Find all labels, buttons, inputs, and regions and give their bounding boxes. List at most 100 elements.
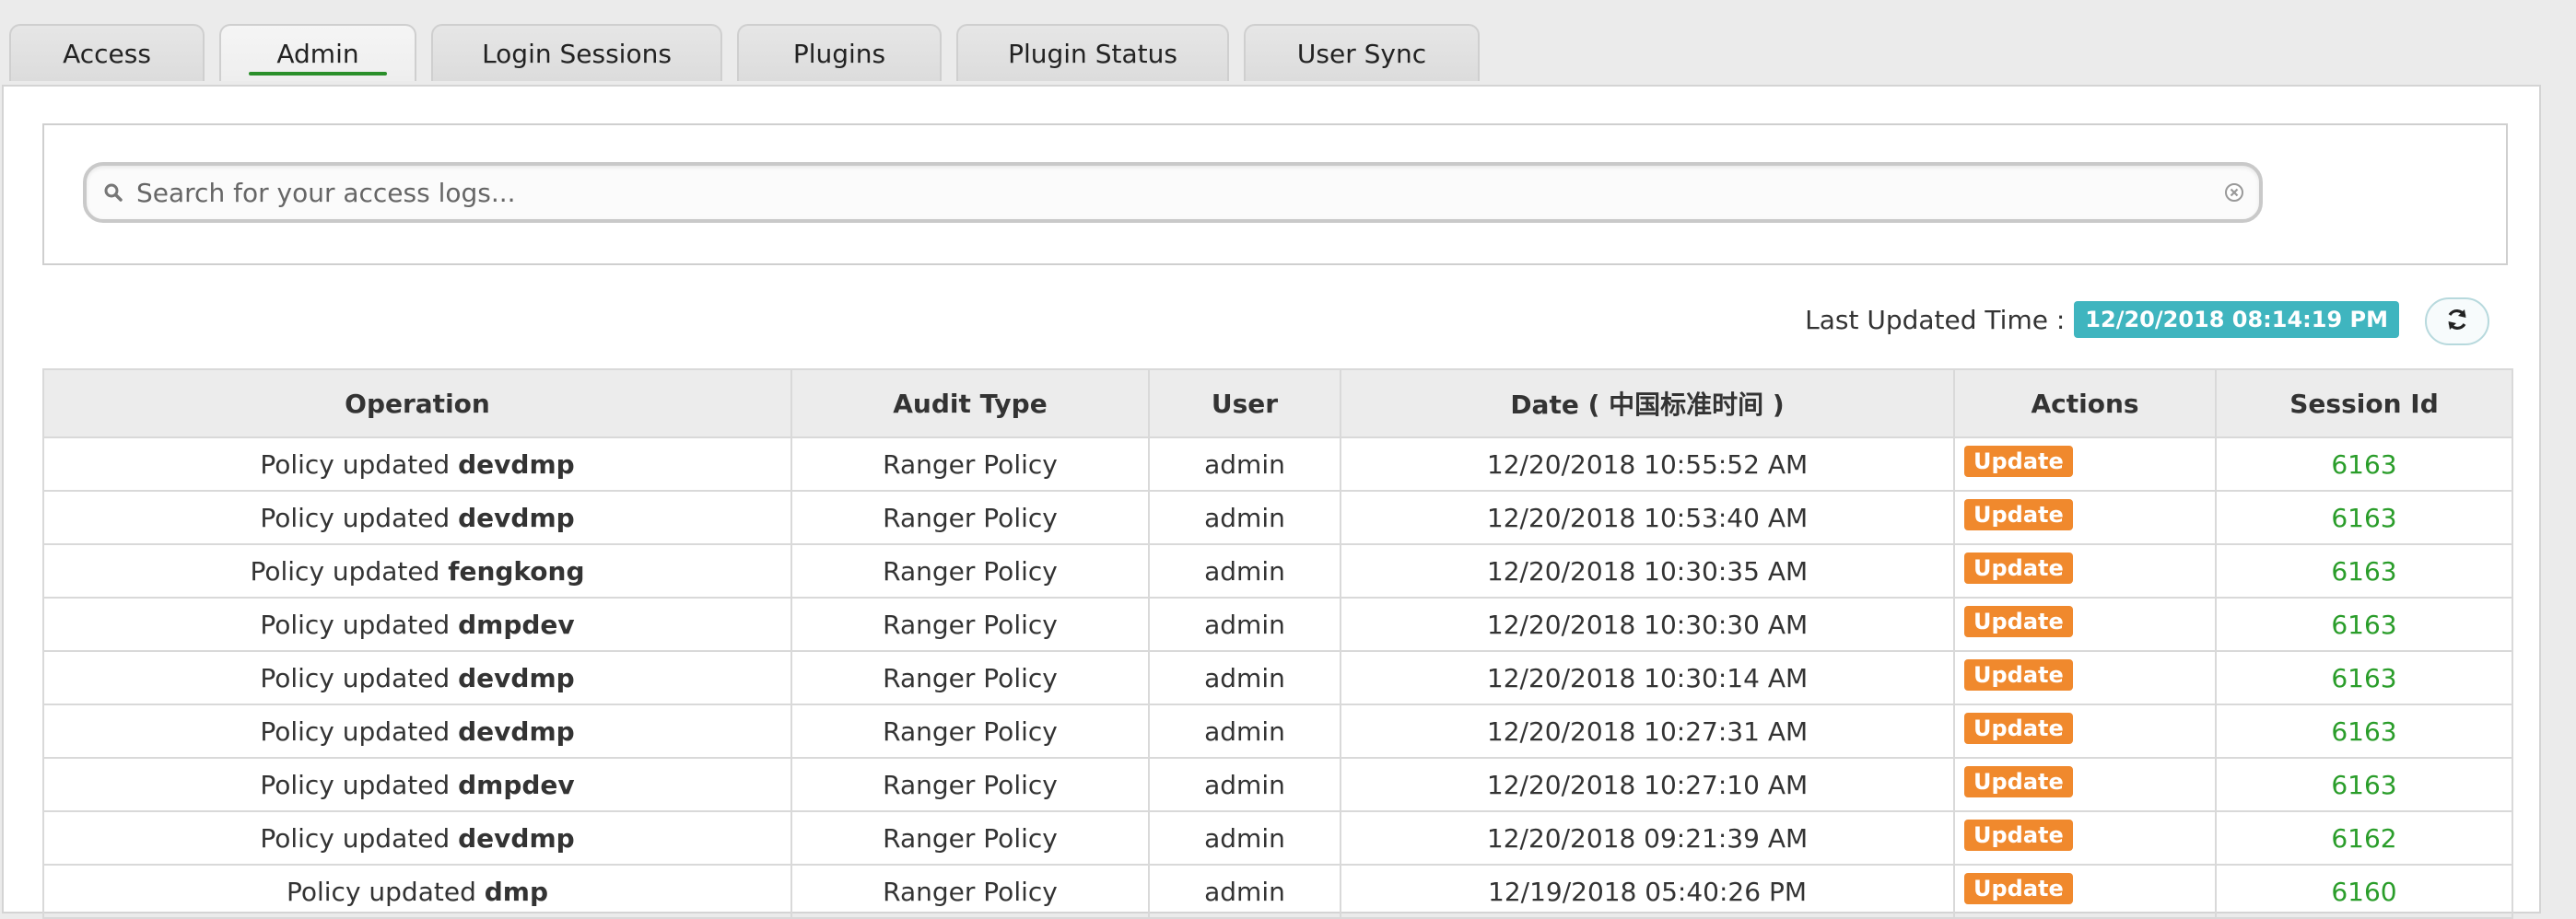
audit-type-cell: Ranger Policy (790, 436, 1150, 492)
policy-name: devdmp (458, 662, 575, 693)
search-input[interactable] (135, 169, 2224, 216)
actions-cell: Update (1953, 543, 2217, 599)
tab-plugin-status[interactable]: Plugin Status (956, 24, 1229, 81)
user-cell: admin (1148, 650, 1341, 705)
operation-prefix: Policy updated (260, 662, 451, 693)
user-cell: admin (1148, 810, 1341, 866)
session-id-cell: 6163 (2215, 650, 2513, 705)
session-id-cell: 6160 (2215, 864, 2513, 919)
table-row[interactable]: Policy updated dmp Ranger Policy admin 1… (42, 864, 2513, 919)
audit-type-cell: Ranger Policy (790, 650, 1150, 705)
user-cell: admin (1148, 757, 1341, 812)
audit-type-cell: Ranger Policy (790, 543, 1150, 599)
active-tab-indicator (249, 72, 387, 76)
date-cell: 12/20/2018 10:27:31 AM (1340, 704, 1955, 759)
table-row[interactable]: Policy updated devdmp Ranger Policy admi… (42, 810, 2513, 866)
actions-cell: Update (1953, 650, 2217, 705)
action-badge: Update (1964, 445, 2073, 477)
header-user[interactable]: User (1148, 368, 1341, 438)
header-operation[interactable]: Operation (42, 368, 792, 438)
audit-type-cell: Ranger Policy (790, 490, 1150, 545)
operation-cell: Policy updated devdmp (42, 810, 792, 866)
session-id-link[interactable]: 6163 (2331, 449, 2396, 480)
actions-cell: Update (1953, 810, 2217, 866)
action-badge: Update (1964, 712, 2073, 744)
date-cell: 12/20/2018 10:30:14 AM (1340, 650, 1955, 705)
audit-type-cell: Ranger Policy (790, 864, 1150, 919)
operation-prefix: Policy updated (260, 769, 451, 800)
table-row[interactable]: Policy updated devdmp Ranger Policy admi… (42, 490, 2513, 545)
user-cell: admin (1148, 704, 1341, 759)
operation-prefix: Policy updated (286, 876, 476, 907)
session-id-link[interactable]: 6163 (2331, 556, 2396, 587)
user-cell: admin (1148, 543, 1341, 599)
table-row[interactable]: Policy updated devdmp Ranger Policy admi… (42, 704, 2513, 759)
header-audit-type[interactable]: Audit Type (790, 368, 1150, 438)
audit-type-cell: Ranger Policy (790, 597, 1150, 652)
policy-name: dmp (484, 876, 549, 907)
tab-label: User Sync (1296, 38, 1427, 69)
table-row[interactable]: Policy updated devdmp Ranger Policy admi… (42, 650, 2513, 705)
tab-label: Admin (276, 38, 359, 69)
tab-login-sessions[interactable]: Login Sessions (431, 24, 722, 81)
session-id-link[interactable]: 6163 (2331, 663, 2396, 693)
operation-cell: Policy updated dmpdev (42, 757, 792, 812)
operation-cell: Policy updated devdmp (42, 490, 792, 545)
operation-prefix: Policy updated (260, 822, 451, 854)
operation-cell: Policy updated dmp (42, 864, 792, 919)
header-actions[interactable]: Actions (1953, 368, 2217, 438)
session-id-link[interactable]: 6163 (2331, 503, 2396, 533)
audit-type-cell: Ranger Policy (790, 704, 1150, 759)
session-id-link[interactable]: 6163 (2331, 610, 2396, 640)
session-id-cell: 6163 (2215, 543, 2513, 599)
refresh-button[interactable] (2425, 297, 2489, 345)
policy-name: devdmp (458, 502, 575, 533)
table-row[interactable]: Policy updated devdmp Ranger Policy admi… (42, 436, 2513, 492)
date-cell: 12/20/2018 10:30:35 AM (1340, 543, 1955, 599)
policy-name: dmpdev (458, 609, 575, 640)
action-badge: Update (1964, 658, 2073, 691)
table-row[interactable]: Policy updated dmpdev Ranger Policy admi… (42, 597, 2513, 652)
tab-admin[interactable]: Admin (219, 24, 416, 81)
policy-name: dmpdev (458, 769, 575, 800)
operation-cell: Policy updated dmpdev (42, 597, 792, 652)
refresh-icon (2444, 307, 2470, 336)
session-id-link[interactable]: 6160 (2331, 877, 2396, 907)
tab-plugins[interactable]: Plugins (737, 24, 942, 81)
operation-prefix: Policy updated (260, 715, 451, 747)
audit-type-cell: Ranger Policy (790, 810, 1150, 866)
tab-label: Plugins (792, 38, 886, 69)
table-row[interactable]: Policy updated fengkong Ranger Policy ad… (42, 543, 2513, 599)
session-id-cell: 6163 (2215, 597, 2513, 652)
operation-cell: Policy updated devdmp (42, 704, 792, 759)
user-cell: admin (1148, 490, 1341, 545)
session-id-link[interactable]: 6163 (2331, 770, 2396, 800)
audit-type-cell: Ranger Policy (790, 757, 1150, 812)
action-badge: Update (1964, 765, 2073, 797)
search-field[interactable] (83, 162, 2263, 223)
header-session-id[interactable]: Session Id (2215, 368, 2513, 438)
date-cell: 12/20/2018 09:21:39 AM (1340, 810, 1955, 866)
session-id-link[interactable]: 6162 (2331, 823, 2396, 854)
user-cell: admin (1148, 436, 1341, 492)
operation-prefix: Policy updated (260, 448, 451, 480)
policy-name: devdmp (458, 822, 575, 854)
last-updated-label: Last Updated Time : (1805, 304, 2066, 335)
action-badge: Update (1964, 819, 2073, 851)
tab-access[interactable]: Access (9, 24, 205, 81)
operation-cell: Policy updated fengkong (42, 543, 792, 599)
tab-user-sync[interactable]: User Sync (1244, 24, 1480, 81)
close-circle-icon[interactable] (2224, 182, 2244, 203)
tab-label: Access (63, 38, 151, 69)
header-date[interactable]: Date ( 中国标准时间 ) (1340, 368, 1955, 438)
session-id-link[interactable]: 6163 (2331, 716, 2396, 747)
session-id-cell: 6163 (2215, 436, 2513, 492)
tab-label: Login Sessions (482, 38, 672, 69)
user-cell: admin (1148, 597, 1341, 652)
action-badge: Update (1964, 498, 2073, 530)
date-cell: 12/20/2018 10:30:30 AM (1340, 597, 1955, 652)
table-row[interactable]: Policy updated dmpdev Ranger Policy admi… (42, 757, 2513, 812)
operation-prefix: Policy updated (260, 502, 451, 533)
date-cell: 12/20/2018 10:53:40 AM (1340, 490, 1955, 545)
tab-bar: Access Admin Login Sessions Plugins Plug… (9, 24, 1480, 83)
